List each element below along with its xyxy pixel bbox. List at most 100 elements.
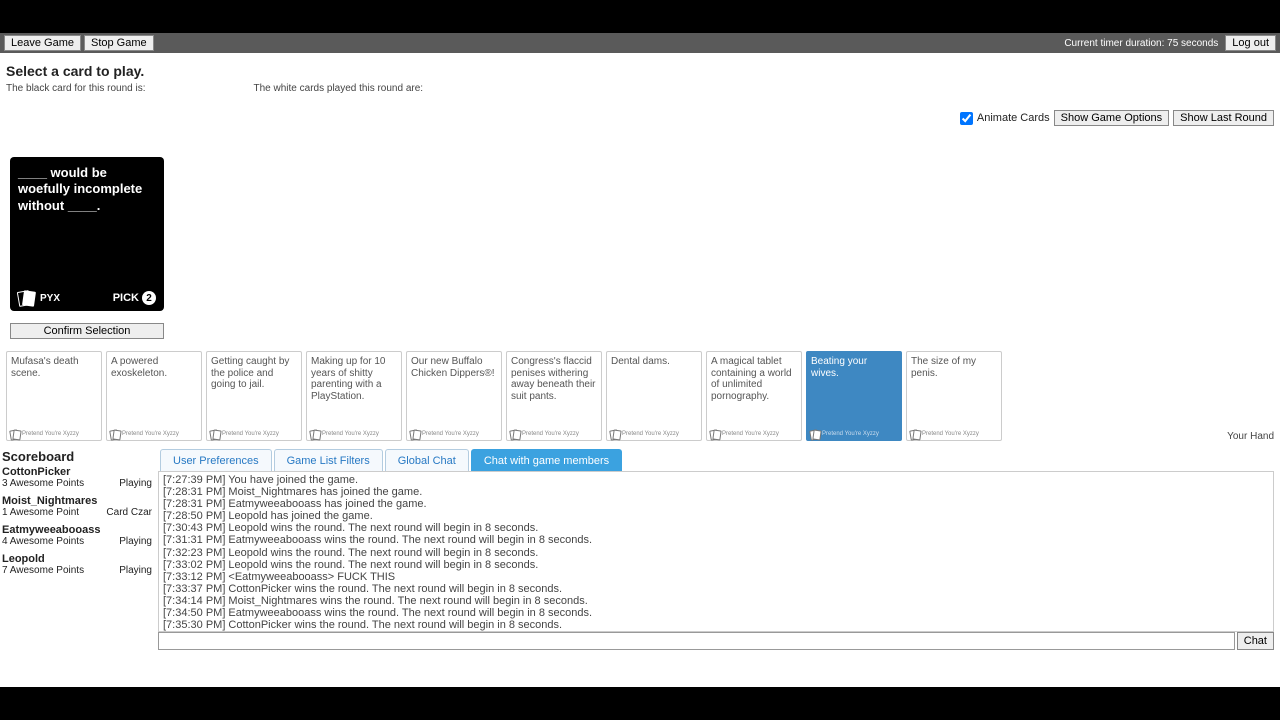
hand-card-text: Getting caught by the police and going t…	[211, 356, 297, 391]
hand-card-footer: Pretend You're Xyzzy	[510, 430, 579, 438]
animate-cards-checkbox[interactable]	[960, 112, 973, 125]
top-toolbar: Leave Game Stop Game Current timer durat…	[0, 33, 1280, 53]
cards-mini-icon	[310, 430, 320, 438]
hand-card-footer: Pretend You're Xyzzy	[410, 430, 479, 438]
cards-mini-icon	[10, 430, 20, 438]
cards-mini-icon	[410, 430, 420, 438]
chat-line: [7:35:30 PM] CottonPicker wins the round…	[163, 619, 1269, 631]
cards-mini-icon	[210, 430, 220, 438]
player-points: 3 Awesome Points	[2, 478, 84, 489]
chat-line: [7:32:23 PM] Leopold wins the round. The…	[163, 547, 1269, 559]
cards-mini-icon	[710, 430, 720, 438]
scoreboard-player: Moist_Nightmares1 Awesome Point Card Czar	[2, 495, 152, 518]
black-card-caption: The black card for this round is:	[6, 83, 146, 94]
player-name: CottonPicker	[2, 466, 152, 478]
scoreboard-player: Leopold7 Awesome Points Playing	[2, 553, 152, 576]
chat-line: [7:34:14 PM] Moist_Nightmares wins the r…	[163, 595, 1269, 607]
hand-card-text: A powered exoskeleton.	[111, 356, 197, 379]
chat-line: [7:33:12 PM] <Eatmyweeabooass> FUCK THIS	[163, 571, 1269, 583]
hand-card-text: A magical tablet containing a world of u…	[711, 356, 797, 402]
hand-card[interactable]: The size of my penis. Pretend You're Xyzz…	[906, 351, 1002, 441]
chat-log[interactable]: [7:27:39 PM] You have joined the game.[7…	[158, 471, 1274, 632]
cards-mini-icon	[910, 430, 920, 438]
stop-game-button[interactable]: Stop Game	[84, 35, 154, 51]
black-card-logo: PYX	[40, 293, 60, 304]
chat-line: [7:31:31 PM] Eatmyweeabooass wins the ro…	[163, 534, 1269, 546]
player-status: Card Czar	[106, 507, 152, 518]
cards-mini-icon	[110, 430, 120, 438]
timer-label: Current timer duration: 75 seconds	[1064, 38, 1218, 49]
confirm-selection-button[interactable]: Confirm Selection	[10, 323, 164, 339]
cards-logo-icon	[18, 291, 36, 305]
player-status: Playing	[119, 565, 152, 576]
hand-card-footer: Pretend You're Xyzzy	[610, 430, 679, 438]
black-card-text: ____ would be woefully incomplete withou…	[18, 165, 156, 214]
cards-mini-icon	[810, 430, 820, 438]
letterbox-bottom	[0, 687, 1280, 720]
hand-card[interactable]: Congress's flaccid penises withering awa…	[506, 351, 602, 441]
hand-card-text: Our new Buffalo Chicken Dippers®!	[411, 356, 497, 379]
hand-card-footer: Pretend You're Xyzzy	[110, 430, 179, 438]
player-name: Moist_Nightmares	[2, 495, 152, 507]
animate-cards-label: Animate Cards	[977, 112, 1050, 124]
tab[interactable]: Game List Filters	[274, 449, 383, 472]
player-name: Eatmyweeabooass	[2, 524, 152, 536]
player-points: 7 Awesome Points	[2, 565, 84, 576]
chat-line: [7:27:39 PM] You have joined the game.	[163, 474, 1269, 486]
player-points: 4 Awesome Points	[2, 536, 84, 547]
player-name: Leopold	[2, 553, 152, 565]
scoreboard: Scoreboard CottonPicker3 Awesome Points P…	[2, 449, 152, 582]
chat-line: [7:33:02 PM] Leopold wins the round. The…	[163, 559, 1269, 571]
leave-game-button[interactable]: Leave Game	[4, 35, 81, 51]
player-status: Playing	[119, 478, 152, 489]
chat-line: [7:34:50 PM] Eatmyweeabooass wins the ro…	[163, 607, 1269, 619]
hand-card[interactable]: Making up for 10 years of shitty parenti…	[306, 351, 402, 441]
hand: Mufasa's death scene. Pretend You're Xyzz…	[6, 351, 1274, 447]
pick-number: 2	[142, 291, 156, 305]
chat-input[interactable]	[158, 632, 1235, 650]
scoreboard-player: CottonPicker3 Awesome Points Playing	[2, 466, 152, 489]
player-status: Playing	[119, 536, 152, 547]
scoreboard-title: Scoreboard	[2, 449, 152, 464]
cards-mini-icon	[610, 430, 620, 438]
chat-line: [7:33:37 PM] CottonPicker wins the round…	[163, 583, 1269, 595]
hand-card-footer: Pretend You're Xyzzy	[910, 430, 979, 438]
hand-card-text: Beating your wives.	[811, 356, 897, 379]
tab[interactable]: User Preferences	[160, 449, 272, 472]
hand-card[interactable]: Dental dams. Pretend You're Xyzzy	[606, 351, 702, 441]
scoreboard-player: Eatmyweeabooass4 Awesome Points Playing	[2, 524, 152, 547]
hand-card-footer: Pretend You're Xyzzy	[10, 430, 79, 438]
hand-card[interactable]: A powered exoskeleton. Pretend You're Xyz…	[106, 351, 202, 441]
logout-button[interactable]: Log out	[1225, 35, 1276, 51]
your-hand-label: Your Hand	[1227, 431, 1274, 442]
hand-card-footer: Pretend You're Xyzzy	[710, 430, 779, 438]
letterbox-top	[0, 0, 1280, 33]
right-options: Animate Cards Show Game Options Show Las…	[960, 110, 1274, 126]
chat-line: [7:28:31 PM] Eatmyweeabooass has joined …	[163, 498, 1269, 510]
player-points: 1 Awesome Point	[2, 507, 79, 518]
hand-card[interactable]: Getting caught by the police and going t…	[206, 351, 302, 441]
white-cards-caption: The white cards played this round are:	[254, 83, 424, 94]
hand-card-text: Making up for 10 years of shitty parenti…	[311, 356, 397, 402]
tab[interactable]: Global Chat	[385, 449, 469, 472]
tabs: User PreferencesGame List FiltersGlobal …	[160, 449, 624, 472]
hand-card[interactable]: Beating your wives. Pretend You're Xyzzy	[806, 351, 902, 441]
hand-card[interactable]: Our new Buffalo Chicken Dippers®! Pretend…	[406, 351, 502, 441]
hand-card-text: The size of my penis.	[911, 356, 997, 379]
hand-card-footer: Pretend You're Xyzzy	[810, 430, 879, 438]
hand-card[interactable]: Mufasa's death scene. Pretend You're Xyzz…	[6, 351, 102, 441]
show-game-options-button[interactable]: Show Game Options	[1054, 110, 1170, 126]
hand-card[interactable]: A magical tablet containing a world of u…	[706, 351, 802, 441]
chat-line: [7:28:50 PM] Leopold has joined the game…	[163, 510, 1269, 522]
hand-card-text: Dental dams.	[611, 356, 697, 368]
show-last-round-button[interactable]: Show Last Round	[1173, 110, 1274, 126]
hand-card-text: Mufasa's death scene.	[11, 356, 97, 379]
chat-line: [7:28:31 PM] Moist_Nightmares has joined…	[163, 486, 1269, 498]
black-card: ____ would be woefully incomplete withou…	[10, 157, 164, 311]
hand-card-footer: Pretend You're Xyzzy	[210, 430, 279, 438]
tab[interactable]: Chat with game members	[471, 449, 622, 472]
chat-line: [7:30:43 PM] Leopold wins the round. The…	[163, 522, 1269, 534]
cards-mini-icon	[510, 430, 520, 438]
prompt-title: Select a card to play.	[6, 63, 1280, 79]
chat-send-button[interactable]: Chat	[1237, 632, 1274, 650]
